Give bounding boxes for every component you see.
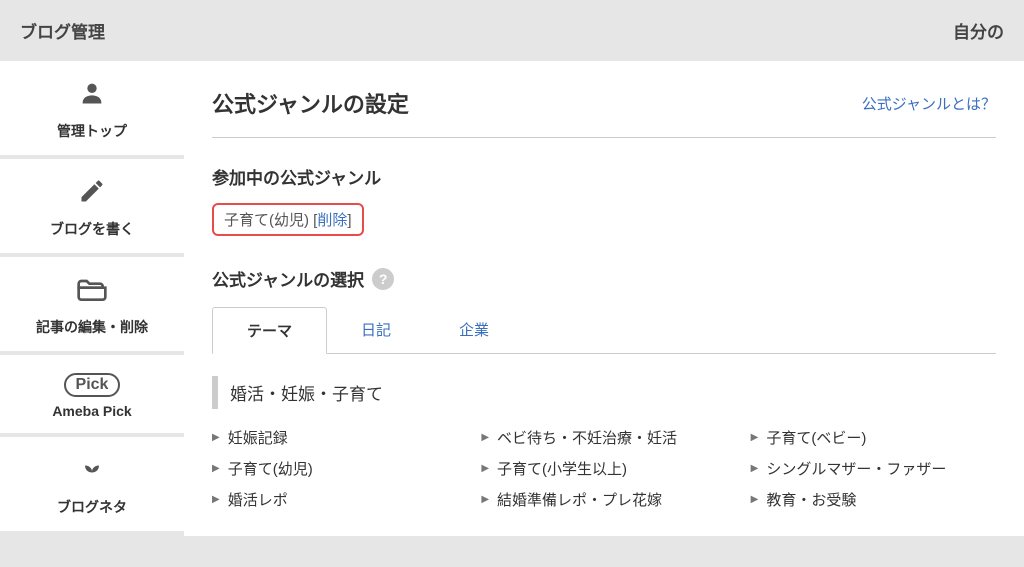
genre-item[interactable]: ベビ待ち・不妊治療・妊活	[481, 427, 726, 448]
topbar-right-text: 自分の	[953, 18, 1004, 43]
tab-diary[interactable]: 日記	[327, 307, 425, 353]
person-icon	[78, 79, 106, 113]
genre-item[interactable]: 婚活レポ	[212, 489, 457, 510]
sidebar-item-admin-top[interactable]: 管理トップ	[0, 61, 184, 155]
genre-group-title: 婚活・妊娠・子育て	[212, 376, 996, 409]
genre-item[interactable]: 教育・お受験	[751, 489, 996, 510]
delete-genre-link[interactable]: 削除	[317, 212, 347, 229]
sprout-icon	[78, 455, 106, 489]
genre-item[interactable]: 子育て(小学生以上)	[481, 458, 726, 479]
pick-icon: Pick	[64, 373, 121, 397]
current-genre-name: 子育て(幼児)	[224, 212, 309, 229]
folder-icon	[76, 275, 108, 309]
page-title: 公式ジャンルの設定	[212, 87, 409, 119]
genre-item[interactable]: 子育て(幼児)	[212, 458, 457, 479]
sidebar-item-ameba-pick[interactable]: Pick Ameba Pick	[0, 355, 184, 433]
help-icon[interactable]: ?	[372, 268, 394, 290]
genre-item[interactable]: シングルマザー・ファザー	[751, 458, 996, 479]
genre-grid: 妊娠記録 ベビ待ち・不妊治療・妊活 子育て(ベビー) 子育て(幼児) 子育て(小…	[212, 427, 996, 510]
genre-item[interactable]: 妊娠記録	[212, 427, 457, 448]
main-content: 公式ジャンルの設定 公式ジャンルとは？ 参加中の公式ジャンル 子育て(幼児) […	[184, 61, 1024, 536]
sidebar-item-label: Ameba Pick	[10, 403, 174, 419]
genre-item[interactable]: 子育て(ベビー)	[751, 427, 996, 448]
current-genre-box: 子育て(幼児) [削除]	[212, 203, 364, 236]
sidebar: 管理トップ ブログを書く 記事の編集・削除 Pick Ameba Pick ブロ…	[0, 61, 184, 536]
sidebar-item-label: 記事の編集・削除	[10, 317, 174, 337]
genre-item[interactable]: 結婚準備レポ・プレ花嫁	[481, 489, 726, 510]
sidebar-item-blog-neta[interactable]: ブログネタ	[0, 437, 184, 531]
sidebar-item-label: ブログネタ	[10, 497, 174, 517]
sidebar-item-label: 管理トップ	[10, 121, 174, 141]
help-link[interactable]: 公式ジャンルとは？	[862, 93, 996, 114]
sidebar-item-edit-delete[interactable]: 記事の編集・削除	[0, 257, 184, 351]
pencil-icon	[78, 177, 106, 211]
tab-theme[interactable]: テーマ	[212, 307, 327, 354]
current-genre-section-title: 参加中の公式ジャンル	[212, 164, 996, 189]
genre-tabs: テーマ 日記 企業	[212, 307, 996, 354]
topbar-title: ブログ管理	[20, 18, 105, 43]
tab-corporate[interactable]: 企業	[425, 307, 523, 353]
genre-select-section-title: 公式ジャンルの選択	[212, 266, 364, 291]
sidebar-item-label: ブログを書く	[10, 219, 174, 239]
sidebar-item-write[interactable]: ブログを書く	[0, 159, 184, 253]
